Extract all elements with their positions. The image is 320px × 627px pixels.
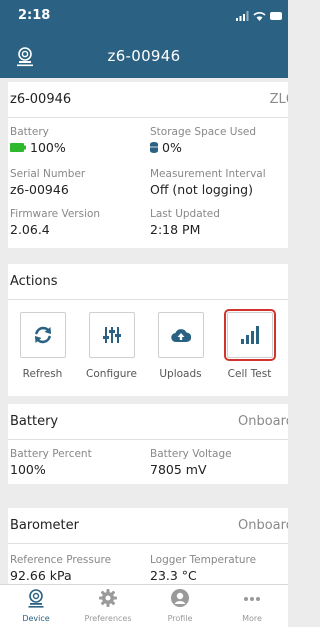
field-value: z6-00946 bbox=[10, 182, 69, 197]
field-label: Last Updated bbox=[150, 208, 220, 220]
battery-source: Onboard bbox=[237, 414, 288, 429]
storage-field: Storage Space Used 0% bbox=[150, 126, 256, 155]
tab-label: Preferences bbox=[84, 614, 132, 623]
field-label: Battery bbox=[10, 126, 49, 138]
page-title: z6-00946 bbox=[107, 47, 181, 65]
storage-value-row: 0% bbox=[150, 140, 256, 155]
reference-pressure-field: Reference Pressure 92.66 kPa bbox=[10, 554, 111, 583]
tab-label: Profile bbox=[167, 614, 193, 623]
refresh-button[interactable]: Refresh bbox=[8, 312, 77, 380]
battery-field: Battery 100% bbox=[10, 126, 66, 155]
configure-button-box[interactable] bbox=[88, 312, 135, 358]
battery-percent-field: Battery Percent 100% bbox=[10, 448, 92, 477]
updated-field: Last Updated 2:18 PM bbox=[150, 208, 220, 237]
status-icons bbox=[236, 11, 282, 21]
field-label: Firmware Version bbox=[10, 208, 101, 220]
barometer-title: Barometer bbox=[10, 518, 79, 533]
tab-preferences[interactable]: Preferences bbox=[72, 585, 144, 627]
barometer-card[interactable]: Barometer Onboard Reference Pressure 92.… bbox=[8, 508, 288, 584]
field-label: Logger Temperature bbox=[150, 554, 257, 566]
uploads-button-box[interactable] bbox=[157, 312, 204, 358]
tab-device[interactable]: Device bbox=[0, 585, 72, 627]
device-info-card: z6-00946 ZL6 Battery 100% Storage Space … bbox=[8, 82, 288, 248]
barometer-card-header: Barometer Onboard bbox=[8, 508, 288, 544]
field-label: Battery Voltage bbox=[150, 448, 232, 460]
interval-field: Measurement Interval Off (not logging) bbox=[150, 168, 266, 197]
more-icon bbox=[244, 597, 260, 601]
field-label: Measurement Interval bbox=[150, 168, 266, 180]
battery-value-row: 100% bbox=[10, 140, 66, 155]
cloud-upload-icon bbox=[170, 329, 191, 343]
field-label: Battery Percent bbox=[10, 448, 92, 460]
tab-more[interactable]: More bbox=[216, 585, 288, 627]
field-value: 2.06.4 bbox=[10, 222, 50, 237]
wifi-icon bbox=[253, 12, 266, 21]
battery-icon bbox=[10, 143, 26, 152]
gear-icon bbox=[99, 589, 117, 607]
configure-label: Configure bbox=[86, 368, 137, 380]
battery-status-icon bbox=[270, 12, 282, 20]
field-value: 100% bbox=[30, 140, 66, 155]
actions-card: Actions Refresh Configure Uploads Cell T… bbox=[8, 264, 288, 396]
status-time: 2:18 bbox=[18, 8, 51, 23]
field-value: 2:18 PM bbox=[150, 222, 201, 237]
barometer-source: Onboard bbox=[237, 518, 288, 533]
device-icon bbox=[28, 589, 44, 608]
battery-voltage-field: Battery Voltage 7805 mV bbox=[150, 448, 232, 477]
field-value: 100% bbox=[10, 462, 46, 477]
signal-bars-icon bbox=[240, 326, 259, 344]
cell-test-label: Cell Test bbox=[227, 368, 272, 380]
refresh-icon bbox=[34, 326, 51, 344]
logger-temperature-field: Logger Temperature 23.3 °C bbox=[150, 554, 256, 583]
field-label: Serial Number bbox=[10, 168, 86, 180]
cell-test-button-box[interactable] bbox=[223, 309, 276, 361]
device-content[interactable]: z6-00946 ZL6 Battery 100% Storage Space … bbox=[0, 78, 288, 584]
tab-label: Device bbox=[22, 614, 50, 623]
refresh-button-box[interactable] bbox=[19, 312, 66, 358]
field-value: Off (not logging) bbox=[150, 182, 253, 197]
field-value: 23.3 °C bbox=[150, 568, 197, 583]
actions-title: Actions bbox=[10, 274, 58, 289]
actions-row: Refresh Configure Uploads Cell Test bbox=[8, 309, 284, 380]
field-value: 7805 mV bbox=[150, 462, 207, 477]
nav-bar: z6-00946 bbox=[0, 34, 288, 78]
tab-label: More bbox=[242, 614, 262, 623]
device-name: z6-00946 bbox=[10, 92, 72, 107]
field-value: 92.66 kPa bbox=[10, 568, 72, 583]
device-model: ZL6 bbox=[269, 92, 288, 107]
cellular-signal-icon bbox=[236, 11, 249, 21]
configure-button[interactable]: Configure bbox=[77, 312, 146, 380]
battery-card[interactable]: Battery Onboard Battery Percent 100% Bat… bbox=[8, 404, 288, 484]
battery-card-header: Battery Onboard bbox=[8, 404, 288, 440]
refresh-label: Refresh bbox=[22, 368, 63, 380]
tab-profile[interactable]: Profile bbox=[144, 585, 216, 627]
battery-title: Battery bbox=[10, 414, 59, 429]
status-bar: 2:18 bbox=[0, 0, 288, 34]
uploads-button[interactable]: Uploads bbox=[146, 312, 215, 380]
serial-field: Serial Number z6-00946 bbox=[10, 168, 85, 197]
firmware-field: Firmware Version 2.06.4 bbox=[10, 208, 100, 237]
sliders-icon bbox=[102, 327, 121, 343]
uploads-label: Uploads bbox=[159, 368, 202, 380]
field-label: Reference Pressure bbox=[10, 554, 112, 566]
actions-header: Actions bbox=[8, 264, 288, 300]
field-value: 0% bbox=[162, 140, 182, 155]
profile-icon bbox=[171, 589, 189, 607]
cell-test-button[interactable]: Cell Test bbox=[215, 309, 284, 380]
device-card-header: z6-00946 ZL6 bbox=[8, 82, 288, 118]
database-icon bbox=[150, 142, 158, 153]
tab-bar: Device Preferences Profile More bbox=[0, 584, 288, 627]
field-label: Storage Space Used bbox=[150, 126, 257, 138]
